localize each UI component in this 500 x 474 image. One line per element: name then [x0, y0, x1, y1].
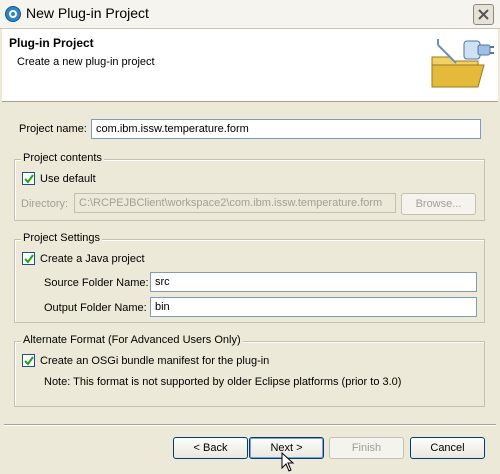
back-button[interactable]: < Back: [173, 437, 248, 459]
checkmark-icon: [24, 174, 34, 184]
page-description: Create a new plug-in project: [17, 56, 155, 68]
source-folder-input[interactable]: src: [150, 272, 477, 292]
output-folder-input[interactable]: bin: [150, 297, 477, 317]
browse-button[interactable]: Browse...: [401, 193, 476, 215]
output-folder-label: Output Folder Name:: [44, 302, 147, 314]
project-settings-group-label: Project Settings: [21, 232, 103, 244]
project-name-label: Project name:: [19, 123, 87, 135]
project-contents-group-label: Project contents: [21, 152, 104, 164]
alternate-format-group: Alternate Format (For Advanced Users Onl…: [14, 334, 485, 407]
directory-label: Directory:: [21, 198, 69, 210]
eclipse-icon: [5, 6, 21, 22]
source-folder-label: Source Folder Name:: [44, 277, 149, 289]
button-bar-separator: [4, 424, 496, 426]
use-default-label: Use default: [40, 173, 96, 185]
close-button[interactable]: [473, 4, 494, 25]
create-java-project-label: Create a Java project: [40, 253, 145, 265]
osgi-bundle-label: Create an OSGi bundle manifest for the p…: [40, 355, 270, 367]
checkmark-icon: [24, 356, 34, 366]
osgi-bundle-checkbox[interactable]: [22, 354, 35, 367]
directory-input[interactable]: C:\RCPEJBClient\workspace2\com.ibm.issw.…: [74, 193, 396, 213]
cancel-button[interactable]: Cancel: [410, 437, 485, 459]
title-bar: New Plug-in Project: [0, 0, 500, 29]
checkmark-icon: [24, 254, 34, 264]
use-default-checkbox[interactable]: [22, 172, 35, 185]
mouse-pointer-icon: [281, 452, 295, 472]
wizard-header: Plug-in Project Create a new plug-in pro…: [2, 29, 498, 102]
new-plugin-project-dialog: New Plug-in Project Plug-in Project Crea…: [0, 0, 500, 474]
create-java-project-checkbox[interactable]: [22, 252, 35, 265]
project-name-input[interactable]: com.ibm.issw.temperature.form: [91, 119, 481, 139]
new-plugin-wizard-graphic: [431, 39, 494, 88]
page-title: Plug-in Project: [9, 36, 94, 50]
finish-button[interactable]: Finish: [329, 437, 404, 459]
osgi-note: Note: This format is not supported by ol…: [44, 376, 402, 388]
alternate-format-group-label: Alternate Format (For Advanced Users Onl…: [21, 334, 243, 346]
window-title: New Plug-in Project: [26, 5, 149, 21]
close-icon: [478, 9, 489, 20]
